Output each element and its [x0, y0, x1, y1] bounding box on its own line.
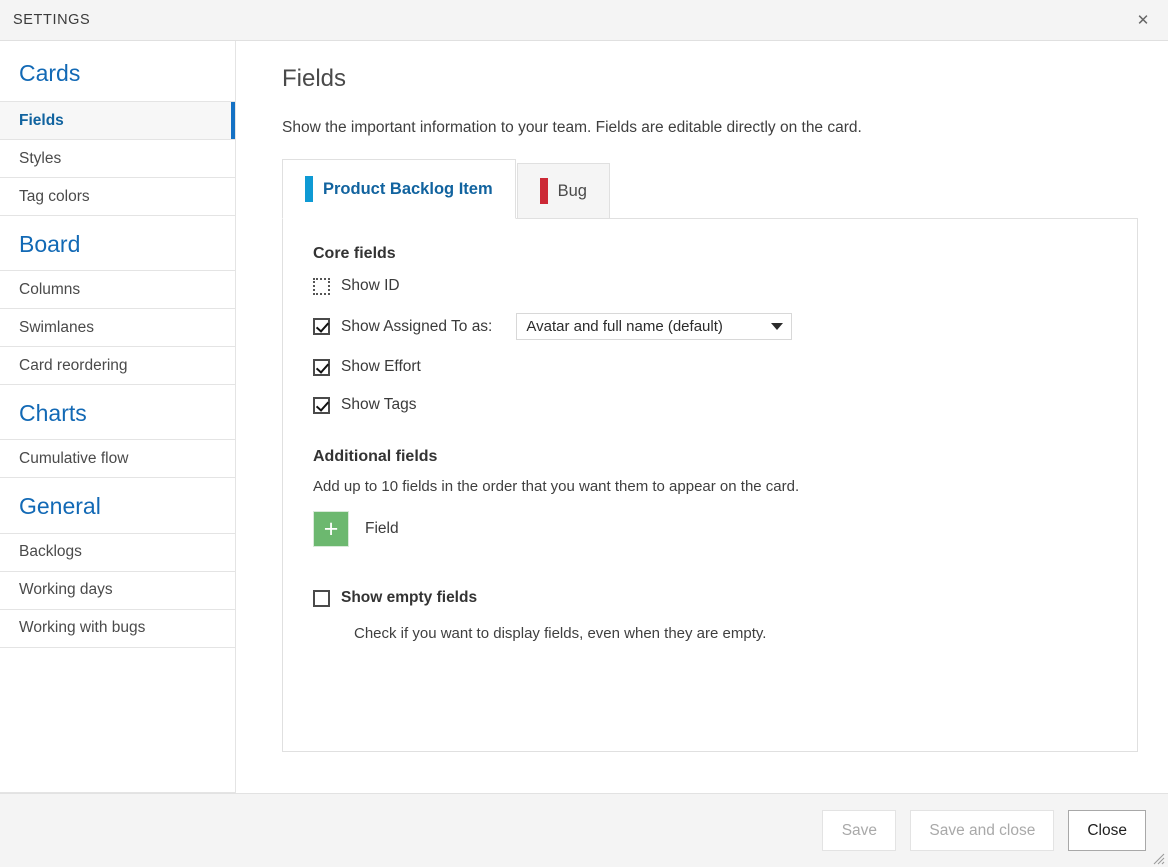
add-field-row: + Field [313, 511, 1107, 547]
sidebar-item-label: Swimlanes [19, 319, 94, 337]
show-empty-fields-checkbox[interactable] [313, 590, 330, 607]
close-button[interactable]: Close [1068, 810, 1146, 851]
show-effort-checkbox[interactable] [313, 359, 330, 376]
settings-sidebar: Cards Fields Styles Tag colors Board Columns S… [0, 41, 236, 793]
sidebar-item-label: Card reordering [19, 357, 128, 375]
settings-dialog: SETTINGS ✕ Cards Fields Styles Tag colors Bo… [0, 0, 1168, 867]
sidebar-heading-general: General [0, 478, 235, 533]
sidebar-item-label: Styles [19, 150, 61, 168]
sidebar-item-fields[interactable]: Fields [0, 102, 235, 140]
resize-grip-icon [1150, 850, 1165, 865]
assigned-to-display-value: Avatar and full name (default) [526, 318, 723, 335]
add-field-button[interactable]: + [313, 511, 349, 547]
dialog-body: Cards Fields Styles Tag colors Board Columns S… [0, 41, 1168, 793]
show-effort-row[interactable]: Show Effort [313, 356, 1107, 378]
dialog-title: SETTINGS [0, 12, 90, 28]
tab-color-chip [540, 178, 548, 204]
sidebar-groups: Cards Fields Styles Tag colors Board Columns S… [0, 41, 235, 648]
sidebar-item-backlogs[interactable]: Backlogs [0, 534, 235, 572]
core-fields-heading: Core fields [313, 245, 1107, 263]
sidebar-item-styles[interactable]: Styles [0, 140, 235, 178]
additional-fields-heading: Additional fields [313, 448, 1107, 466]
show-assigned-to-checkbox[interactable] [313, 318, 330, 335]
add-field-label: Field [365, 520, 399, 538]
settings-content: Fields Show the important information to… [236, 41, 1168, 793]
sidebar-item-label: Tag colors [19, 188, 90, 206]
save-button: Save [822, 810, 896, 851]
page-title: Fields [282, 67, 1138, 91]
work-item-type-tabs: Product Backlog Item Bug [282, 159, 1138, 219]
tab-label: Bug [558, 182, 587, 201]
additional-fields-description: Add up to 10 fields in the order that yo… [313, 478, 1107, 495]
tab-color-chip [305, 176, 313, 202]
dialog-titlebar: SETTINGS ✕ [0, 0, 1168, 41]
page-description: Show the important information to your t… [282, 118, 1138, 137]
tab-bug[interactable]: Bug [517, 163, 610, 219]
sidebar-item-swimlanes[interactable]: Swimlanes [0, 309, 235, 347]
show-empty-fields-block: Show empty fields Check if you want to d… [313, 587, 1107, 642]
show-tags-label: Show Tags [341, 396, 417, 414]
show-id-row[interactable]: Show ID [313, 275, 1107, 297]
show-assigned-to-row[interactable]: Show Assigned To as: Avatar and full nam… [313, 313, 1107, 340]
assigned-to-display-select[interactable]: Avatar and full name (default) [516, 313, 792, 340]
sidebar-item-cumulative-flow[interactable]: Cumulative flow [0, 440, 235, 478]
fields-panel: Core fields Show ID Show Assigned To as:… [282, 218, 1138, 752]
sidebar-item-working-days[interactable]: Working days [0, 572, 235, 610]
save-and-close-button: Save and close [910, 810, 1054, 851]
sidebar-item-columns[interactable]: Columns [0, 271, 235, 309]
sidebar-item-label: Working with bugs [19, 619, 145, 637]
tab-product-backlog-item[interactable]: Product Backlog Item [282, 159, 516, 219]
sidebar-item-label: Working days [19, 581, 113, 599]
sidebar-heading-cards: Cards [0, 41, 235, 102]
sidebar-item-label: Columns [19, 281, 80, 299]
sidebar-filler [0, 648, 235, 793]
show-id-checkbox[interactable] [313, 278, 330, 295]
sidebar-item-working-with-bugs[interactable]: Working with bugs [0, 610, 235, 648]
sidebar-item-card-reordering[interactable]: Card reordering [0, 347, 235, 385]
show-tags-checkbox[interactable] [313, 397, 330, 414]
sidebar-item-label: Cumulative flow [19, 450, 128, 468]
sidebar-item-label: Fields [19, 112, 64, 130]
dialog-footer: Save Save and close Close [0, 793, 1168, 867]
show-empty-fields-label: Show empty fields [341, 589, 477, 607]
chevron-down-icon [771, 323, 783, 330]
close-icon[interactable]: ✕ [1128, 7, 1158, 33]
footer-button-group: Save Save and close Close [822, 810, 1146, 851]
show-assigned-to-label: Show Assigned To as: [341, 318, 492, 336]
show-empty-fields-description: Check if you want to display fields, eve… [354, 625, 1107, 642]
show-empty-fields-row[interactable]: Show empty fields [313, 587, 1107, 609]
sidebar-item-tag-colors[interactable]: Tag colors [0, 178, 235, 216]
show-tags-row[interactable]: Show Tags [313, 394, 1107, 416]
tab-label: Product Backlog Item [323, 180, 493, 199]
sidebar-item-label: Backlogs [19, 543, 82, 561]
sidebar-heading-charts: Charts [0, 385, 235, 440]
sidebar-heading-board: Board [0, 216, 235, 271]
show-id-label: Show ID [341, 277, 400, 295]
show-effort-label: Show Effort [341, 358, 421, 376]
